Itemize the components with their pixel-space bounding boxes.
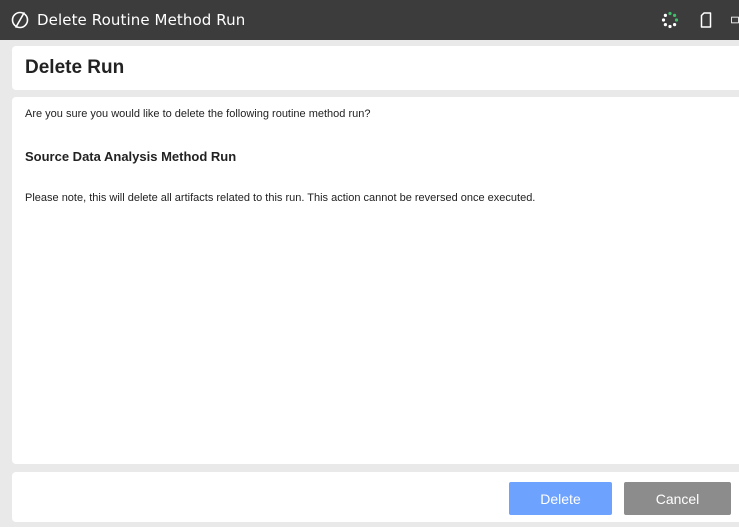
warning-note: Please note, this will delete all artifa… bbox=[25, 192, 536, 204]
cancel-button[interactable]: Cancel bbox=[624, 482, 731, 515]
document-icon[interactable] bbox=[699, 12, 713, 28]
run-name: Source Data Analysis Method Run bbox=[25, 149, 237, 164]
dialog-title: Delete Run bbox=[25, 57, 125, 78]
dialog-body: Are you sure you would like to delete th… bbox=[12, 97, 739, 464]
circle-slash-icon bbox=[10, 10, 30, 30]
window-title: Delete Routine Method Run bbox=[37, 11, 246, 29]
window-icon[interactable] bbox=[731, 13, 739, 27]
dialog-footer: Delete Cancel bbox=[12, 472, 739, 522]
delete-button[interactable]: Delete bbox=[509, 482, 612, 515]
dialog-header: Delete Run bbox=[12, 46, 739, 90]
loading-spinner-icon bbox=[661, 11, 679, 29]
window-controls bbox=[661, 0, 739, 40]
title-bar: Delete Routine Method Run bbox=[0, 0, 739, 40]
confirm-question: Are you sure you would like to delete th… bbox=[25, 108, 371, 120]
